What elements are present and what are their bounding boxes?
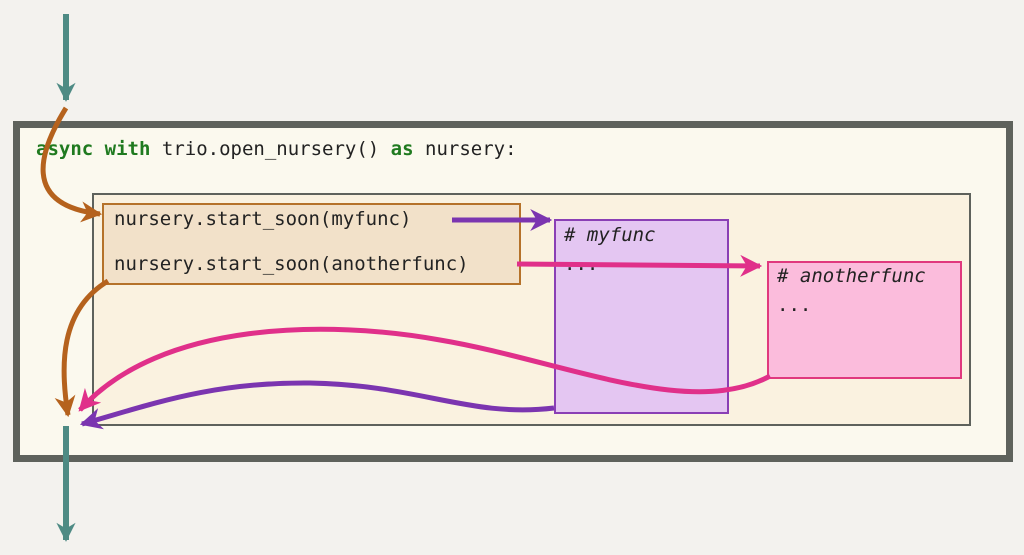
anotherfunc-comment: # anotherfunc [777, 265, 926, 287]
keyword-async: async [36, 138, 94, 160]
start-soon-anotherfunc-line: nursery.start_soon(anotherfunc) [114, 253, 469, 275]
myfunc-comment: # myfunc [564, 224, 656, 246]
myfunc-task-box [554, 219, 729, 414]
async-with-header: async with trio.open_nursery() as nurser… [36, 138, 517, 160]
keyword-as: as [390, 138, 414, 160]
myfunc-body-ellipsis: ... [564, 253, 599, 275]
keyword-with: with [104, 138, 151, 160]
open-nursery-call: trio.open_nursery() [161, 138, 380, 160]
anotherfunc-body-ellipsis: ... [777, 294, 812, 316]
nursery-variable: nursery: [425, 138, 517, 160]
start-soon-myfunc-line: nursery.start_soon(myfunc) [114, 208, 412, 230]
